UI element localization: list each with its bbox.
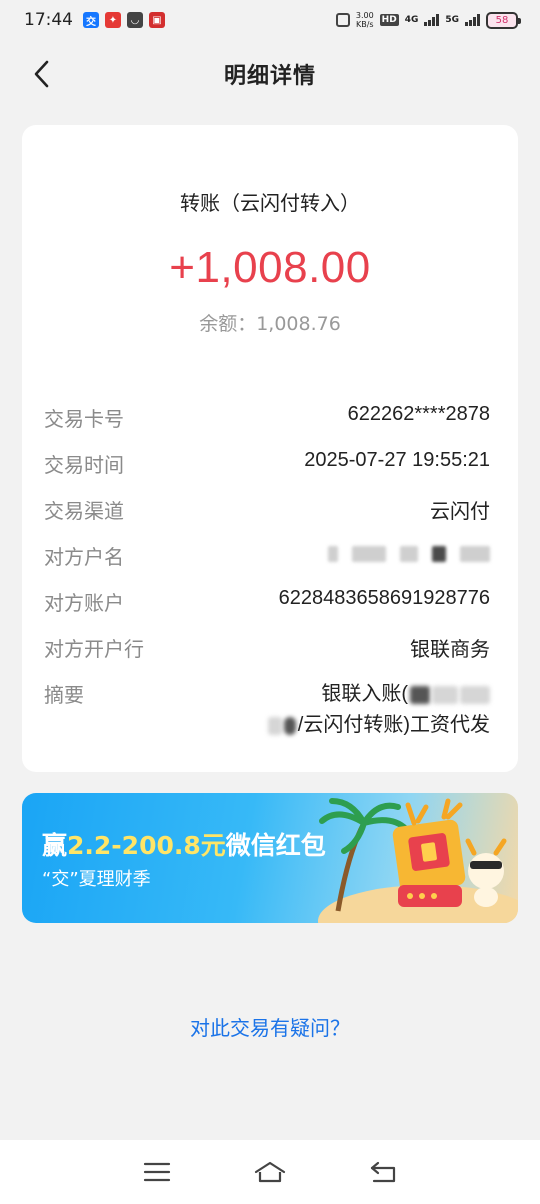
row-value: 6228483658691928776 (278, 587, 490, 609)
notification-icons: 交 ✦ ◡ ▣ (83, 12, 165, 28)
banner-title: 赢2.2-200.8元微信红包 (42, 826, 326, 862)
jiao-app-icon: 交 (83, 12, 99, 28)
status-right: 3.00 KB/s HD 4G 5G 58 (335, 11, 521, 29)
chevron-left-icon[interactable] (28, 60, 54, 88)
transaction-amount: +1,008.00 (169, 243, 371, 292)
net-label-4g: 4G (404, 15, 419, 25)
memo-value: 银联入账( /云闪付转账)工资代发 (267, 679, 490, 741)
transaction-detail-card: 转账（云闪付转入） +1,008.00 余额：1,008.76 交易卡号 622… (22, 125, 518, 772)
battery-icon: 58 (486, 11, 521, 29)
red-app-icon: ✦ (105, 12, 121, 28)
row-value: 云闪付 (430, 501, 490, 523)
dark-app-icon: ◡ (127, 12, 143, 28)
detail-rows: 交易卡号 622262****2878 交易时间 2025-07-27 19:5… (44, 403, 490, 741)
row-label: 交易卡号 (44, 407, 124, 431)
row-label: 交易渠道 (44, 499, 124, 523)
memo-line: 银联入账( (268, 679, 490, 710)
redaction-block (352, 546, 386, 562)
memo-text: /云闪付转账)工资代发 (297, 714, 490, 736)
back-icon[interactable] (363, 1152, 403, 1192)
vibrate-icon (335, 13, 350, 27)
red-badge-icon: ▣ (149, 12, 165, 28)
row-value: 622262****2878 (347, 403, 490, 425)
signal-icon (465, 14, 480, 26)
detail-row-payer-bank: 对方开户行 银联商务 (44, 633, 490, 679)
menu-icon[interactable] (137, 1152, 177, 1192)
redaction-block (400, 546, 418, 562)
speed-unit: KB/s (355, 20, 374, 29)
status-time: 17:44 (24, 10, 73, 30)
speed-value: 3.00 (355, 11, 374, 20)
battery-level: 58 (495, 14, 509, 26)
transaction-question-link[interactable]: 对此交易有疑问？ (0, 1012, 540, 1041)
row-label: 对方开户行 (44, 637, 144, 661)
system-nav-bar (0, 1140, 540, 1204)
balance-label: 余额： (199, 313, 257, 335)
banner-subtitle: “交”夏理财季 (42, 869, 151, 890)
detail-row-card-number: 交易卡号 622262****2878 (44, 403, 490, 449)
redaction-block (432, 546, 446, 562)
hd-badge: HD (379, 14, 399, 26)
row-value: 2025-07-27 19:55:21 (304, 449, 490, 471)
banner-title-prefix: 赢 (42, 831, 68, 860)
promo-banner[interactable]: 赢2.2-200.8元微信红包 “交”夏理财季 (22, 793, 518, 923)
redaction-block (267, 716, 282, 735)
redaction-block (460, 685, 490, 704)
home-icon[interactable] (250, 1152, 290, 1192)
masked-payer-name (328, 541, 490, 567)
detail-row-memo: 摘要 银联入账( /云闪付转账)工资代发 (44, 679, 490, 741)
beach-illustration (318, 798, 518, 923)
detail-row-payer-account: 对方账户 6228483658691928776 (44, 587, 490, 633)
net-label-5g: 5G (445, 15, 459, 25)
redaction-block (410, 685, 430, 704)
row-label: 对方户名 (44, 545, 124, 569)
signal-icon (424, 14, 440, 26)
row-label: 摘要 (44, 683, 84, 707)
redaction-block (460, 546, 490, 562)
redaction-block (432, 685, 458, 704)
balance-value: 1,008.76 (256, 313, 341, 335)
detail-row-payer-name: 对方户名 (44, 541, 490, 587)
detail-row-channel: 交易渠道 云闪付 (44, 495, 490, 541)
row-label: 交易时间 (44, 453, 124, 477)
redaction-block (328, 546, 338, 562)
banner-title-suffix: 微信红包 (225, 831, 326, 860)
row-label: 对方账户 (44, 591, 124, 615)
detail-row-time: 交易时间 2025-07-27 19:55:21 (44, 449, 490, 495)
banner-title-highlight: 2.2-200.8元 (67, 831, 226, 860)
redaction-block (283, 716, 296, 735)
header: 明细详情 (0, 48, 540, 100)
status-bar: 17:44 交 ✦ ◡ ▣ 3.00 KB/s HD 4G 5G 58 (0, 0, 540, 40)
page-title: 明细详情 (223, 64, 316, 89)
row-value: 银联商务 (410, 639, 490, 661)
memo-text: 银联入账( (321, 683, 408, 705)
memo-line: /云闪付转账)工资代发 (267, 710, 490, 741)
network-speed: 3.00 KB/s (356, 11, 374, 29)
transaction-type: 转账（云闪付转入） (180, 191, 360, 215)
balance-row: 余额：1,008.76 (22, 309, 518, 336)
